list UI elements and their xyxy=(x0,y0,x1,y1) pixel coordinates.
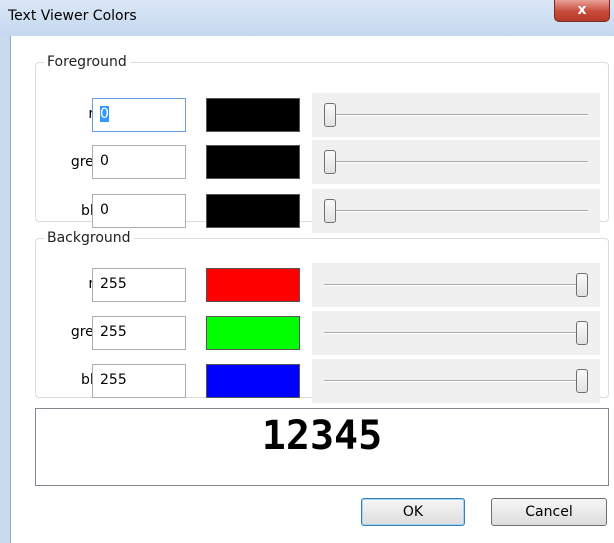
title-bar: Text Viewer Colors x xyxy=(0,0,614,36)
fg-green-slider[interactable] xyxy=(312,140,600,184)
bg-blue-input[interactable]: 255 xyxy=(92,364,186,398)
fg-blue-slider[interactable] xyxy=(312,189,600,233)
cancel-button[interactable]: Cancel xyxy=(491,498,607,526)
bg-green-swatch xyxy=(206,316,300,350)
fg-red-slider[interactable] xyxy=(312,93,600,137)
slider-thumb[interactable] xyxy=(576,273,588,297)
dialog-body: Foreground red: 0 green: 0 blue: 0 Back xyxy=(10,36,614,543)
fg-green-swatch xyxy=(206,145,300,179)
foreground-group: Foreground red: 0 green: 0 blue: 0 xyxy=(35,54,609,233)
slider-track xyxy=(324,332,588,334)
slider-thumb[interactable] xyxy=(324,199,336,223)
background-legend: Background xyxy=(47,230,131,246)
slider-thumb[interactable] xyxy=(576,321,588,345)
bg-red-slider[interactable] xyxy=(312,263,600,307)
bg-green-value: 255 xyxy=(100,324,127,340)
fg-blue-input[interactable]: 0 xyxy=(92,194,186,228)
slider-thumb[interactable] xyxy=(324,103,336,127)
slider-track xyxy=(324,210,588,212)
slider-track xyxy=(324,161,588,163)
fg-blue-value: 0 xyxy=(100,202,109,218)
bg-blue-slider[interactable] xyxy=(312,359,600,403)
ok-button[interactable]: OK xyxy=(361,498,465,526)
slider-thumb[interactable] xyxy=(324,150,336,174)
color-preview-box: 12345 xyxy=(35,408,609,486)
bg-blue-value: 255 xyxy=(100,372,127,388)
slider-track xyxy=(324,284,588,286)
close-icon: x xyxy=(577,2,587,18)
bg-red-input[interactable]: 255 xyxy=(92,268,186,302)
fg-green-input[interactable]: 0 xyxy=(92,145,186,179)
slider-track xyxy=(324,380,588,382)
fg-blue-swatch xyxy=(206,194,300,228)
bg-red-swatch xyxy=(206,268,300,302)
bg-green-input[interactable]: 255 xyxy=(92,316,186,350)
bg-red-value: 255 xyxy=(100,276,127,292)
preview-text: 12345 xyxy=(261,413,383,459)
bg-blue-swatch xyxy=(206,364,300,398)
background-group: Background red: 255 green: 255 blue: 255 xyxy=(35,230,609,403)
close-button[interactable]: x xyxy=(554,0,610,22)
slider-track xyxy=(324,114,588,116)
slider-thumb[interactable] xyxy=(576,369,588,393)
bg-green-slider[interactable] xyxy=(312,311,600,355)
fg-red-swatch xyxy=(206,98,300,132)
fg-green-value: 0 xyxy=(100,153,109,169)
fg-red-input[interactable]: 0 xyxy=(92,98,186,132)
window-title: Text Viewer Colors xyxy=(8,8,137,24)
foreground-legend: Foreground xyxy=(47,54,127,70)
fg-red-value: 0 xyxy=(100,106,109,122)
